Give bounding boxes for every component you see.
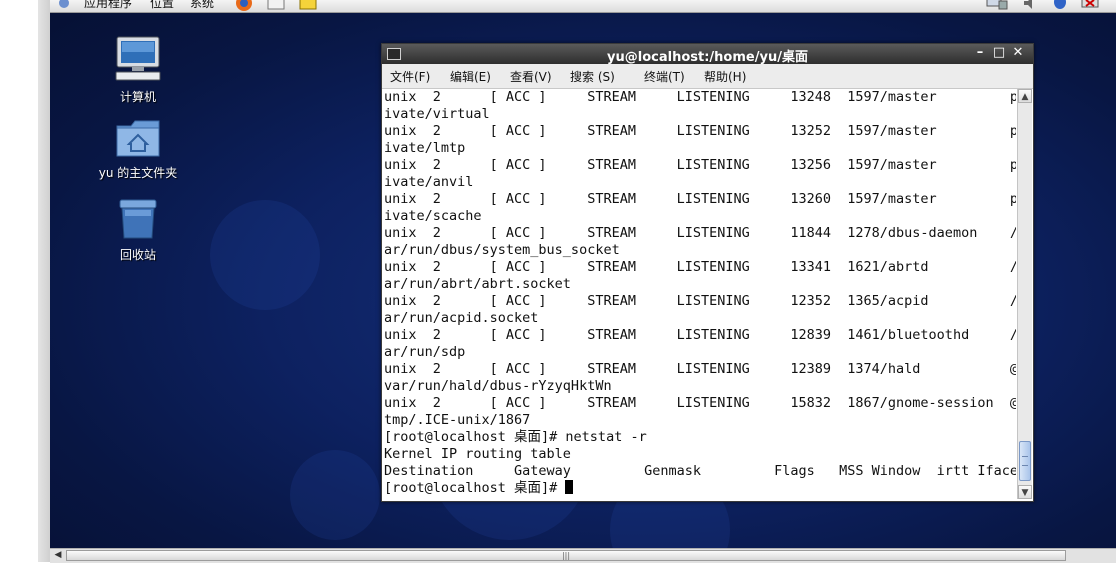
terminal-line: unix 2 [ ACC ] STREAM LISTENING 11844 12… — [384, 225, 1016, 241]
desktop-icon-label: yu 的主文件夹 — [98, 166, 178, 180]
desktop: 应用程序 位置 系统 计算机 yu 的主文件夹 回收站 yu@localhost… — [50, 0, 1116, 548]
panel-menu-applications[interactable]: 应用程序 — [84, 0, 132, 11]
terminal-line: unix 2 [ ACC ] STREAM LISTENING 12389 13… — [384, 361, 1016, 377]
notes-icon[interactable] — [298, 0, 317, 10]
scrollbar-thumb[interactable] — [1019, 441, 1031, 481]
terminal-line: unix 2 [ ACC ] STREAM LISTENING 13248 15… — [384, 89, 1016, 105]
computer-icon — [114, 36, 162, 86]
wallpaper-bubble — [290, 450, 380, 540]
menu-help[interactable]: 帮助(H) — [704, 68, 746, 85]
menu-edit[interactable]: 编辑(E) — [450, 68, 491, 85]
terminal-prompt-line[interactable]: [root@localhost 桌面]# — [384, 480, 574, 497]
gnome-foot-icon[interactable] — [56, 0, 72, 10]
panel-menu-system[interactable]: 系统 — [190, 0, 214, 11]
menu-terminal[interactable]: 终端(T) — [644, 68, 685, 85]
terminal-line: unix 2 [ ACC ] STREAM LISTENING 13341 16… — [384, 259, 1016, 275]
mail-clock-icon[interactable] — [266, 0, 285, 10]
desktop-icon-computer[interactable]: 计算机 — [88, 36, 188, 105]
firefox-icon[interactable] — [234, 0, 252, 11]
terminal-line: ivate/anvil — [384, 174, 474, 190]
terminal-line: Destination Gateway Genmask Flags MSS Wi… — [384, 463, 1016, 479]
terminal-titlebar[interactable]: yu@localhost:/home/yu/桌面 – □ ✕ — [382, 44, 1033, 65]
host-scrollbar-thumb[interactable]: ||| — [66, 550, 1066, 561]
maximize-icon[interactable]: □ — [991, 45, 1007, 61]
terminal-line: ar/run/sdp — [384, 344, 466, 360]
text-cursor — [565, 480, 574, 494]
terminal-prompt: [root@localhost 桌面]# — [384, 480, 566, 496]
desktop-icon-trash[interactable]: 回收站 — [88, 198, 188, 263]
terminal-line: ivate/scache — [384, 208, 482, 224]
host-left-panel — [0, 0, 39, 562]
menu-view[interactable]: 查看(V) — [510, 68, 552, 85]
terminal-line: ar/run/dbus/system_bus_socket — [384, 242, 620, 258]
network-icon[interactable] — [986, 0, 1008, 10]
host-horizontal-scrollbar[interactable]: ◀ ||| — [50, 548, 1116, 563]
terminal-line: unix 2 [ ACC ] STREAM LISTENING 12839 14… — [384, 327, 1016, 343]
window-title: yu@localhost:/home/yu/桌面 — [607, 50, 808, 65]
terminal-line: ar/run/acpid.socket — [384, 310, 539, 326]
bluetooth-icon[interactable] — [1052, 0, 1068, 10]
terminal-line: var/run/hald/dbus-rYzyqHktWn — [384, 378, 612, 394]
desktop-icon-home-folder[interactable]: yu 的主文件夹 — [88, 118, 188, 181]
terminal-menubar: 文件(F) 编辑(E) 查看(V) 搜索 (S) 终端(T) 帮助(H) — [382, 64, 1033, 89]
home-folder-icon — [115, 120, 161, 162]
terminal-line: tmp/.ICE-unix/1867 — [384, 412, 531, 428]
scroll-left-icon[interactable]: ◀ — [52, 550, 64, 561]
menu-file[interactable]: 文件(F) — [390, 68, 430, 85]
volume-icon[interactable] — [1022, 0, 1038, 10]
terminal-line: unix 2 [ ACC ] STREAM LISTENING 13260 15… — [384, 191, 1016, 207]
terminal-line: unix 2 [ ACC ] STREAM LISTENING 13252 15… — [384, 123, 1016, 139]
desktop-icon-label: 计算机 — [119, 90, 156, 104]
terminal-line: [root@localhost 桌面]# netstat -r — [384, 429, 647, 445]
terminal-line: unix 2 [ ACC ] STREAM LISTENING 12352 13… — [384, 293, 1016, 309]
top-panel: 应用程序 位置 系统 — [50, 0, 1116, 13]
close-icon[interactable]: ✕ — [1010, 45, 1026, 61]
minimize-icon[interactable]: – — [972, 45, 988, 61]
power-status-icon[interactable] — [1080, 0, 1099, 10]
terminal-line: ar/run/abrt/abrt.socket — [384, 276, 571, 292]
terminal-scrollbar[interactable]: ▲ ▼ — [1017, 89, 1032, 499]
terminal-line: ivate/virtual — [384, 106, 490, 122]
scroll-down-icon[interactable]: ▼ — [1018, 485, 1032, 499]
menu-search[interactable]: 搜索 (S) — [570, 68, 615, 85]
terminal-line: ivate/lmtp — [384, 140, 466, 156]
terminal-line: Kernel IP routing table — [384, 446, 571, 462]
terminal-window[interactable]: yu@localhost:/home/yu/桌面 – □ ✕ 文件(F) 编辑(… — [381, 43, 1034, 502]
trash-icon — [115, 199, 161, 244]
wallpaper-bubble — [210, 200, 320, 310]
terminal-line: unix 2 [ ACC ] STREAM LISTENING 15832 18… — [384, 395, 1016, 411]
terminal-line: unix 2 [ ACC ] STREAM LISTENING 13256 15… — [384, 157, 1016, 173]
scrollbar-grip-icon — [1022, 456, 1028, 466]
terminal-output[interactable]: unix 2 [ ACC ] STREAM LISTENING 13248 15… — [384, 89, 1016, 499]
scroll-up-icon[interactable]: ▲ — [1018, 89, 1032, 103]
desktop-icon-label: 回收站 — [119, 248, 156, 262]
panel-menu-places[interactable]: 位置 — [150, 0, 174, 11]
